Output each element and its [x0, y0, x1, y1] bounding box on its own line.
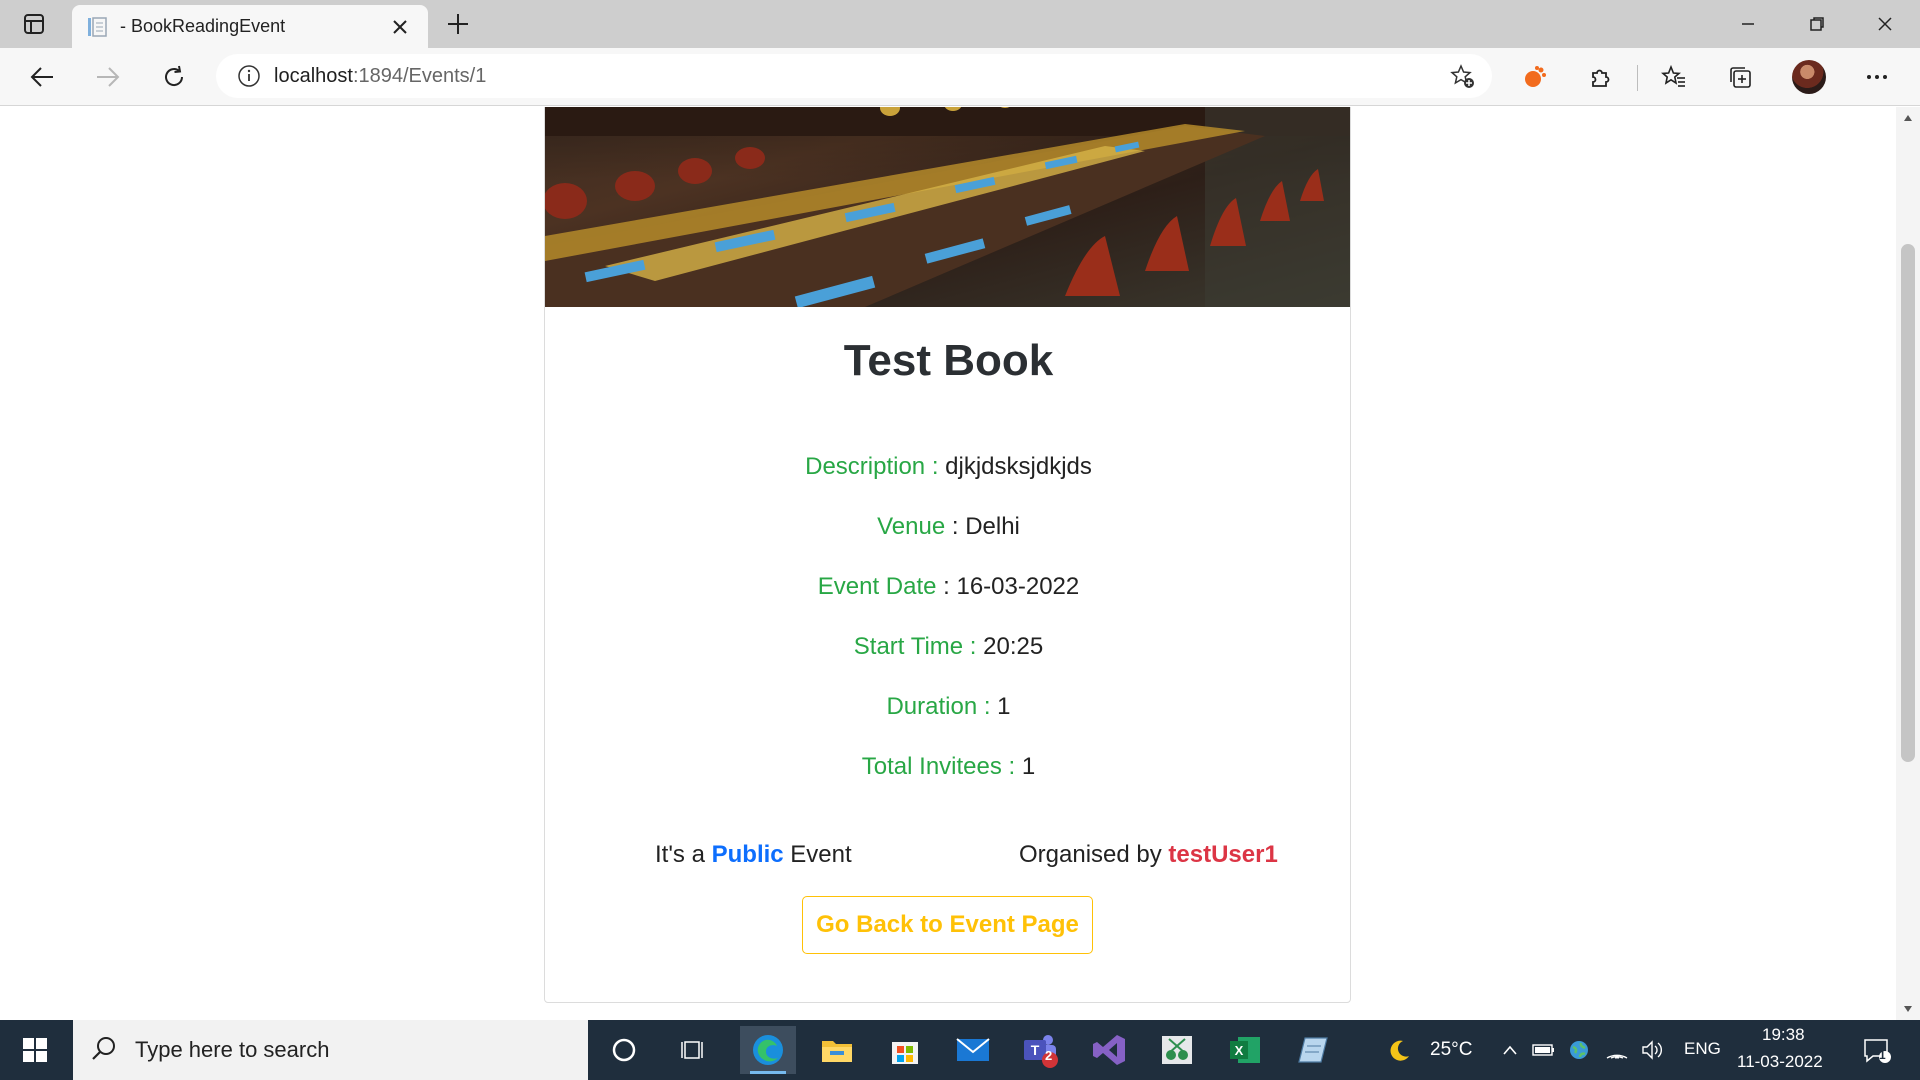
notification-center-icon[interactable]: 1 — [1860, 1036, 1894, 1066]
volume-icon[interactable] — [1640, 1038, 1666, 1062]
input-language[interactable]: ENG — [1684, 1039, 1721, 1059]
detail-label: Description : — [805, 453, 939, 480]
show-hidden-icons-icon[interactable] — [1497, 1038, 1523, 1062]
event-visibility: It's a Public Event — [655, 841, 852, 868]
scroll-down-icon[interactable] — [1896, 1000, 1920, 1018]
event-type-badge: Public — [711, 841, 784, 868]
svg-text:X: X — [1235, 1043, 1244, 1058]
notification-count: 1 — [1879, 1048, 1886, 1062]
minimize-icon[interactable] — [1713, 0, 1783, 48]
new-tab-icon[interactable] — [440, 8, 476, 40]
teams-icon[interactable]: T 2 — [1013, 1026, 1069, 1074]
site-info-icon[interactable] — [224, 54, 274, 98]
taskbar-search-box[interactable]: Type here to search — [73, 1020, 588, 1080]
cortana-icon[interactable] — [596, 1026, 652, 1074]
detail-value: : Delhi — [945, 513, 1020, 540]
profile-avatar[interactable] — [1792, 60, 1826, 94]
event-title: Test Book — [843, 336, 1054, 385]
detail-label: Total Invitees : — [861, 753, 1016, 780]
detail-value: 1 — [1015, 753, 1036, 780]
detail-venue: Venue : Delhi — [545, 513, 1350, 541]
detail-label: Start Time : — [853, 633, 977, 660]
wifi-icon[interactable] — [1604, 1038, 1630, 1062]
microsoft-store-icon[interactable] — [877, 1026, 933, 1074]
excel-icon[interactable]: X — [1217, 1026, 1273, 1074]
organiser-name: testUser1 — [1168, 841, 1278, 868]
extension-orange-icon[interactable] — [1515, 58, 1555, 96]
close-tab-icon[interactable] — [386, 13, 414, 41]
svg-text:T: T — [1031, 1042, 1040, 1058]
browser-toolbar: localhost:1894/Events/1 — [0, 48, 1920, 106]
favorites-icon[interactable] — [1654, 58, 1694, 96]
detail-duration: Duration : 1 — [545, 693, 1350, 721]
network-globe-icon[interactable] — [1566, 1038, 1592, 1062]
detail-event-date: Event Date : 16-03-2022 — [545, 573, 1350, 601]
detail-label: Event Date — [817, 573, 937, 600]
search-placeholder: Type here to search — [135, 1037, 330, 1062]
detail-label: Duration : — [886, 693, 991, 720]
scroll-up-icon[interactable] — [1896, 109, 1920, 127]
page-viewport: Test Book Description : djkjdsksjdkjds V… — [0, 107, 1896, 1020]
weather-temperature[interactable]: 25°C — [1430, 1039, 1472, 1061]
notepad-icon[interactable] — [1285, 1026, 1341, 1074]
search-icon — [91, 1035, 117, 1066]
restore-icon[interactable] — [1782, 0, 1852, 48]
clock-time[interactable]: 19:38 — [1762, 1025, 1805, 1045]
weather-moon-icon[interactable] — [1386, 1038, 1412, 1062]
extensions-icon[interactable] — [1581, 58, 1621, 96]
reload-icon[interactable] — [154, 58, 194, 96]
detail-start-time: Start Time : 20:25 — [545, 633, 1350, 661]
event-footer-row: It's a Public Event Organised by testUse… — [545, 841, 1350, 881]
back-icon[interactable] — [22, 58, 62, 96]
browser-tab-strip: - BookReadingEvent — [0, 0, 1920, 48]
go-back-button[interactable]: Go Back to Event Page — [802, 896, 1093, 954]
visual-studio-icon[interactable] — [1081, 1026, 1137, 1074]
add-favorite-icon[interactable] — [1448, 62, 1478, 92]
mail-icon[interactable] — [945, 1026, 1001, 1074]
event-banner-image — [545, 107, 1350, 307]
windows-taskbar: Type here to search T 2 X 25°C ENG 19:38… — [0, 1020, 1920, 1080]
browser-tab[interactable]: - BookReadingEvent — [72, 5, 428, 48]
teams-badge: 2 — [1045, 1048, 1053, 1063]
file-explorer-icon[interactable] — [809, 1026, 865, 1074]
collections-icon[interactable] — [1720, 58, 1760, 96]
tab-title: - BookReadingEvent — [120, 16, 286, 36]
more-menu-icon[interactable] — [1857, 58, 1897, 96]
scroll-thumb[interactable] — [1901, 244, 1915, 762]
detail-value: djkjdsksjdkjds — [938, 453, 1092, 480]
address-bar[interactable]: localhost:1894/Events/1 — [216, 54, 1492, 98]
snipping-tool-icon[interactable] — [1149, 1026, 1205, 1074]
event-card: Test Book Description : djkjdsksjdkjds V… — [544, 107, 1351, 1003]
tab-actions-icon[interactable] — [16, 10, 52, 38]
clock-date[interactable]: 11-03-2022 — [1737, 1052, 1823, 1072]
windows-start-icon[interactable] — [0, 1020, 70, 1080]
close-window-icon[interactable] — [1850, 0, 1920, 48]
detail-label: Venue — [877, 513, 946, 540]
url-text: localhost:1894/Events/1 — [274, 64, 487, 87]
detail-description: Description : djkjdsksjdkjds — [545, 453, 1350, 481]
page-scrollbar[interactable] — [1896, 107, 1920, 1020]
toolbar-separator — [1637, 65, 1638, 91]
edge-browser-icon[interactable] — [740, 1026, 796, 1074]
event-organiser: Organised by testUser1 — [1019, 841, 1278, 868]
battery-icon[interactable] — [1531, 1038, 1557, 1062]
detail-value: 1 — [990, 693, 1011, 720]
task-view-icon[interactable] — [666, 1026, 722, 1074]
detail-total-invitees: Total Invitees : 1 — [545, 753, 1350, 781]
detail-value: 20:25 — [976, 633, 1044, 660]
detail-value: : 16-03-2022 — [936, 573, 1080, 600]
forward-icon[interactable] — [88, 58, 128, 96]
page-favicon-icon — [86, 16, 108, 38]
